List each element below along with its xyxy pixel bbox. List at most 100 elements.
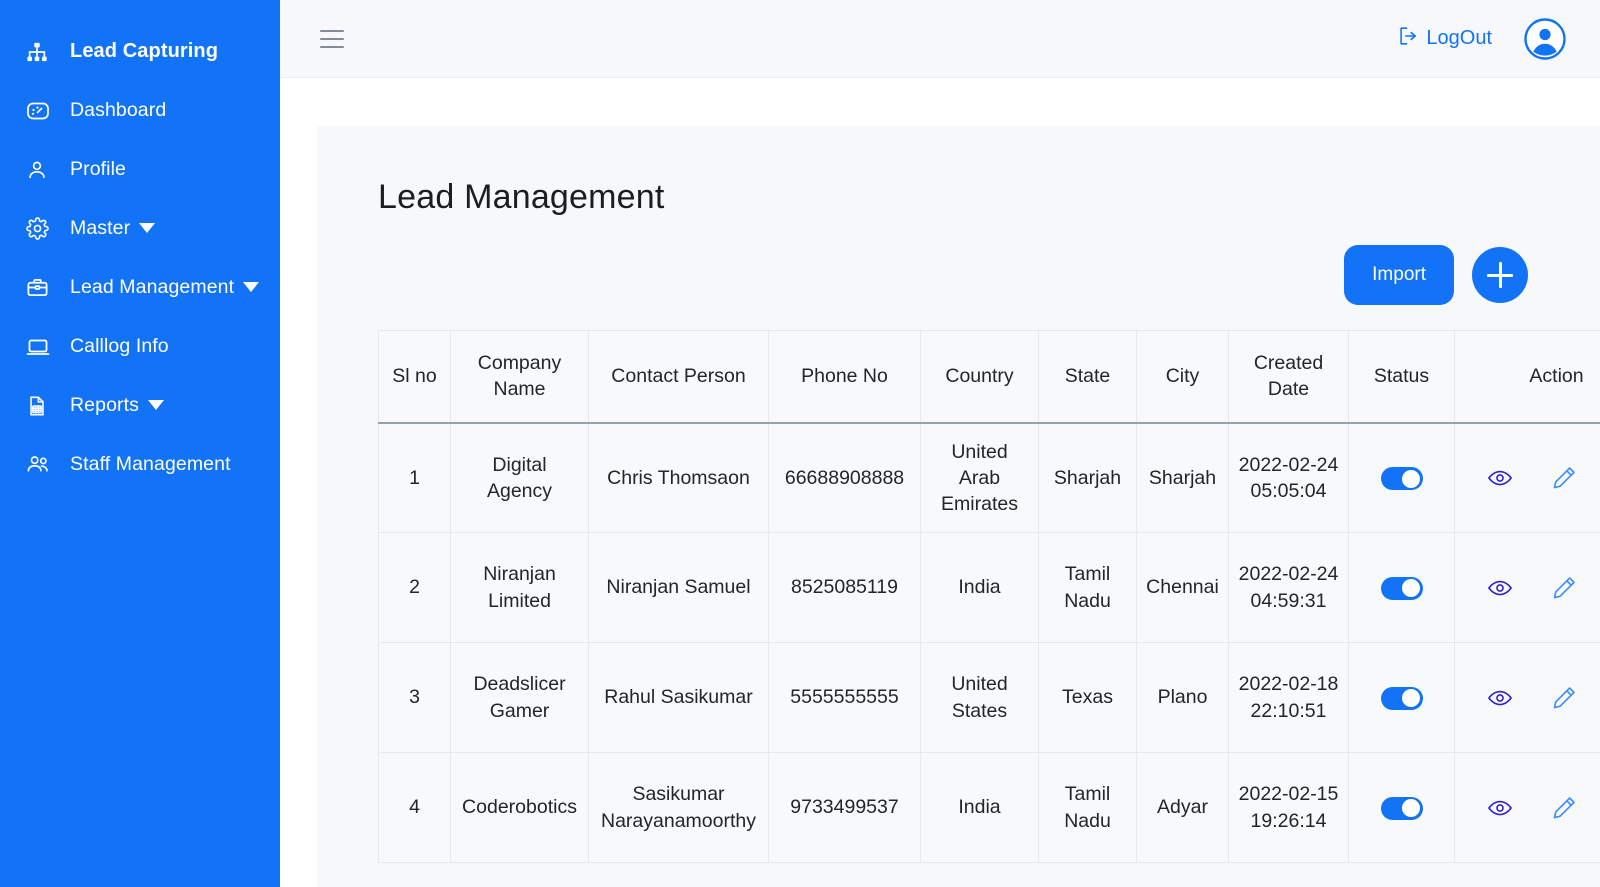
sidebar-item-lead-management[interactable]: Lead Management xyxy=(0,258,280,317)
cell-state: Sharjah xyxy=(1038,422,1137,533)
col-header-action: Action xyxy=(1454,330,1600,424)
logout-button[interactable]: LogOut xyxy=(1397,25,1492,53)
cell-country: India xyxy=(920,532,1039,643)
chevron-down-icon xyxy=(243,281,260,292)
cell-created: 2022-02-24 04:59:31 xyxy=(1228,532,1349,643)
cell-state: Tamil Nadu xyxy=(1038,752,1137,863)
status-toggle[interactable] xyxy=(1380,576,1423,600)
cell-created: 2022-02-18 22:10:51 xyxy=(1228,642,1349,753)
leads-table: Sl no Company Name Contact Person Phone … xyxy=(378,330,1600,863)
status-toggle[interactable] xyxy=(1380,467,1423,491)
status-toggle[interactable] xyxy=(1380,686,1423,710)
chevron-down-icon xyxy=(147,399,164,410)
cell-contact: Niranjan Samuel xyxy=(588,532,769,643)
cell-contact: Rahul Sasikumar xyxy=(588,642,769,753)
cell-city: Chennai xyxy=(1136,532,1229,643)
sidebar-item-label: Master xyxy=(70,217,131,239)
gear-icon xyxy=(26,217,56,240)
view-icon[interactable] xyxy=(1487,575,1513,601)
sidebar-item-label: Dashboard xyxy=(70,99,167,121)
col-header-contact-person: Contact Person xyxy=(588,330,769,424)
plus-icon xyxy=(1487,262,1513,288)
table-header-row: Sl no Company Name Contact Person Phone … xyxy=(378,330,1600,424)
sitemap-icon xyxy=(26,41,56,63)
sidebar-item-label: Profile xyxy=(70,158,126,180)
sidebar-item-label: Staff Management xyxy=(70,453,231,475)
cell-status xyxy=(1348,752,1455,863)
cell-created: 2022-02-15 19:26:14 xyxy=(1228,752,1349,863)
cell-company: Coderobotics xyxy=(450,752,589,863)
cell-sl-no: 2 xyxy=(378,532,451,643)
cell-phone: 8525085119 xyxy=(768,532,921,643)
report-file-icon xyxy=(26,395,56,417)
cell-action xyxy=(1454,532,1600,643)
table-row: 1 Digital Agency Chris Thomsaon 66688908… xyxy=(378,422,1600,533)
edit-icon[interactable] xyxy=(1551,685,1577,711)
topbar: LogOut xyxy=(280,0,1600,78)
table-row: 4 Coderobotics Sasikumar Narayanamoorthy… xyxy=(378,752,1600,863)
col-header-state: State xyxy=(1038,330,1137,424)
edit-icon[interactable] xyxy=(1551,575,1577,601)
cell-company: Deadslicer Gamer xyxy=(450,642,589,753)
laptop-icon xyxy=(26,335,56,359)
table-row: 2 Niranjan Limited Niranjan Samuel 85250… xyxy=(378,532,1600,643)
cell-state: Tamil Nadu xyxy=(1038,532,1137,643)
view-icon[interactable] xyxy=(1487,685,1513,711)
cell-sl-no: 3 xyxy=(378,642,451,753)
app-root: Lead Capturing Dashboard Profile Master … xyxy=(0,0,1600,887)
col-header-company-name: Company Name xyxy=(450,330,589,424)
chevron-down-icon xyxy=(139,222,156,233)
add-lead-button[interactable] xyxy=(1472,247,1528,303)
cell-sl-no: 4 xyxy=(378,752,451,863)
cell-status xyxy=(1348,642,1455,753)
col-header-created-date: Created Date xyxy=(1228,330,1349,424)
sidebar-item-reports[interactable]: Reports xyxy=(0,376,280,435)
cell-action xyxy=(1454,422,1600,533)
edit-icon[interactable] xyxy=(1551,465,1577,491)
status-toggle[interactable] xyxy=(1380,796,1423,820)
main-area: LogOut Lead Management Import Sl no Comp… xyxy=(280,0,1600,887)
sidebar-item-staff-management[interactable]: Staff Management xyxy=(0,435,280,494)
cell-city: Adyar xyxy=(1136,752,1229,863)
user-avatar-icon[interactable] xyxy=(1524,17,1566,60)
leads-table-body: 1 Digital Agency Chris Thomsaon 66688908… xyxy=(378,422,1600,863)
sidebar-item-label: Reports xyxy=(70,394,139,416)
cell-city: Sharjah xyxy=(1136,422,1229,533)
sidebar-brand[interactable]: Lead Capturing xyxy=(0,22,280,81)
sidebar-item-label: Calllog Info xyxy=(70,335,169,357)
sidebar-item-dashboard[interactable]: Dashboard xyxy=(0,81,280,140)
col-header-phone-no: Phone No xyxy=(768,330,921,424)
user-icon xyxy=(26,159,56,181)
logout-icon xyxy=(1397,25,1419,53)
page-title: Lead Management xyxy=(378,178,665,216)
cell-phone: 9733499537 xyxy=(768,752,921,863)
users-icon xyxy=(26,452,56,477)
cell-status xyxy=(1348,422,1455,533)
cell-contact: Sasikumar Narayanamoorthy xyxy=(588,752,769,863)
sidebar-item-master[interactable]: Master xyxy=(0,199,280,258)
cell-phone: 66688908888 xyxy=(768,422,921,533)
cell-created: 2022-02-24 05:05:04 xyxy=(1228,422,1349,533)
col-header-country: Country xyxy=(920,330,1039,424)
cell-city: Plano xyxy=(1136,642,1229,753)
cell-country: India xyxy=(920,752,1039,863)
view-icon[interactable] xyxy=(1487,465,1513,491)
col-header-status: Status xyxy=(1348,330,1455,424)
hamburger-icon[interactable] xyxy=(320,29,344,48)
leads-table-head: Sl no Company Name Contact Person Phone … xyxy=(378,330,1600,424)
toolbar: Import xyxy=(378,245,1600,305)
edit-icon[interactable] xyxy=(1551,795,1577,821)
import-button[interactable]: Import xyxy=(1344,245,1454,305)
cell-action xyxy=(1454,642,1600,753)
speedometer-icon xyxy=(26,99,56,123)
sidebar-item-calllog-info[interactable]: Calllog Info xyxy=(0,317,280,376)
cell-company: Digital Agency xyxy=(450,422,589,533)
view-icon[interactable] xyxy=(1487,795,1513,821)
cell-country: United States xyxy=(920,642,1039,753)
sidebar-item-profile[interactable]: Profile xyxy=(0,140,280,199)
sidebar: Lead Capturing Dashboard Profile Master … xyxy=(0,0,280,887)
logout-label: LogOut xyxy=(1426,27,1492,49)
sidebar-brand-label: Lead Capturing xyxy=(70,40,219,62)
leads-table-scroll[interactable]: Sl no Company Name Contact Person Phone … xyxy=(378,330,1600,863)
cell-contact: Chris Thomsaon xyxy=(588,422,769,533)
